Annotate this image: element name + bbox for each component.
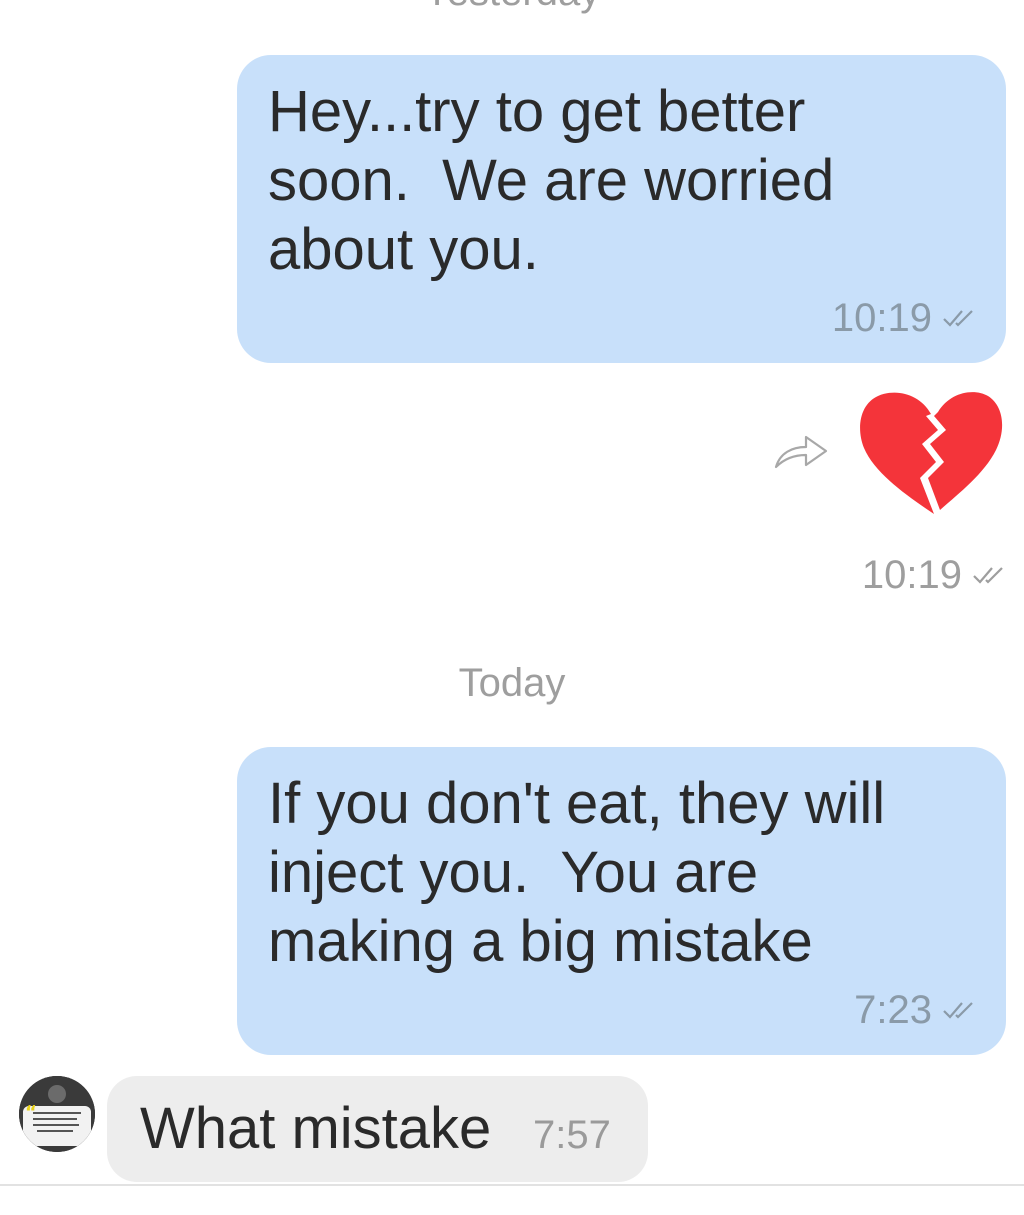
message-time: 10:19 — [831, 296, 932, 340]
message-time: 10:19 — [861, 553, 962, 597]
message-text: What mistake — [140, 1096, 492, 1161]
message-time: 7:57 — [533, 1113, 611, 1157]
outgoing-message-bubble[interactable]: If you don't eat, they will inject you. … — [237, 747, 1006, 1055]
divider — [0, 1184, 1024, 1186]
forward-icon[interactable] — [772, 433, 830, 471]
day-divider-yesterday: Yesterday — [0, 0, 1024, 16]
double-check-icon — [942, 307, 978, 329]
double-check-icon — [942, 999, 978, 1021]
day-divider-today: Today — [458, 661, 566, 705]
message-meta: 10:19 — [862, 552, 1008, 598]
message-meta: 10:19 — [832, 295, 978, 341]
contact-avatar[interactable]: “ — [19, 1076, 95, 1152]
message-text: If you don't eat, they will inject you. … — [268, 771, 886, 974]
outgoing-message-bubble[interactable]: Hey...try to get better soon. We are wor… — [237, 55, 1006, 363]
message-meta: 7:23 — [854, 987, 978, 1033]
message-text: Hey...try to get better soon. We are wor… — [268, 79, 835, 282]
double-check-icon — [972, 564, 1008, 586]
incoming-message-bubble[interactable]: What mistake 7:57 — [107, 1076, 648, 1182]
broken-heart-icon[interactable] — [858, 386, 1004, 518]
message-time: 7:23 — [854, 988, 932, 1032]
